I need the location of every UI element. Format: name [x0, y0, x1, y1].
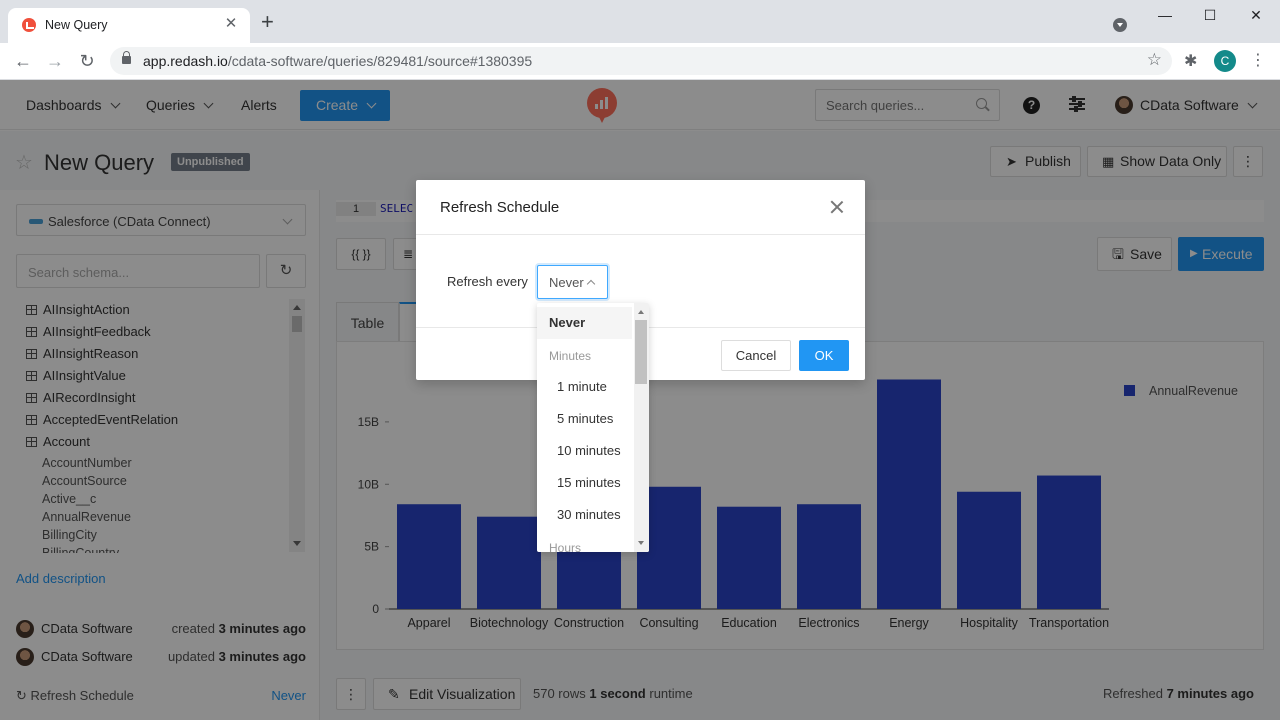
reload-icon[interactable]: ↻ [76, 50, 98, 72]
browser-tab[interactable]: New Query ✕ [8, 8, 250, 43]
lock-icon [122, 51, 131, 64]
option-1-minute[interactable]: 1 minute [537, 371, 632, 403]
close-window-icon[interactable]: ✕ [1233, 4, 1279, 26]
refresh-every-label: Refresh every [447, 274, 528, 289]
tab-search-icon[interactable] [1113, 18, 1127, 32]
forward-icon[interactable]: → [44, 50, 66, 72]
minimize-icon[interactable]: — [1142, 4, 1188, 26]
ok-button[interactable]: OK [799, 340, 849, 371]
dialog-title: Refresh Schedule [440, 199, 560, 216]
option-never[interactable]: Never [537, 307, 632, 339]
extensions-icon[interactable]: ✱ [1184, 51, 1197, 71]
profile-avatar[interactable]: C [1214, 50, 1236, 72]
scroll-up-icon[interactable] [638, 307, 644, 314]
scroll-thumb[interactable] [635, 320, 647, 384]
new-tab-icon[interactable]: + [261, 11, 274, 33]
browser-toolbar: ← → ↻ app.redash.io/cdata-software/queri… [0, 43, 1280, 80]
option-15-minutes[interactable]: 15 minutes [537, 467, 632, 499]
option-5-minutes[interactable]: 5 minutes [537, 403, 632, 435]
dropdown-scrollbar[interactable] [634, 303, 649, 552]
scroll-down-icon[interactable] [638, 541, 644, 548]
refresh-interval-select[interactable]: Never [537, 265, 608, 299]
chrome-menu-icon[interactable]: ⋮ [1250, 50, 1266, 70]
cancel-button[interactable]: Cancel [721, 340, 791, 371]
maximize-icon[interactable]: ☐ [1187, 4, 1233, 26]
tab-close-icon[interactable]: ✕ [222, 15, 240, 33]
chevron-up-icon [586, 279, 596, 289]
option-30-minutes[interactable]: 30 minutes [537, 499, 632, 531]
option-group-hours: Hours [549, 541, 582, 552]
refresh-interval-dropdown: Never Minutes 1 minute 5 minutes 10 minu… [537, 303, 649, 552]
redash-favicon-icon [22, 18, 36, 32]
browser-tabstrip: New Query ✕ + — ☐ ✕ [0, 0, 1280, 43]
tab-title: New Query [45, 18, 108, 32]
dialog-header: Refresh Schedule [416, 180, 865, 235]
address-bar[interactable]: app.redash.io/cdata-software/queries/829… [110, 47, 1172, 75]
bookmark-star-icon[interactable]: ☆ [1147, 50, 1162, 70]
option-group-minutes: Minutes [549, 349, 592, 363]
option-10-minutes[interactable]: 10 minutes [537, 435, 632, 467]
url-text: app.redash.io/cdata-software/queries/829… [143, 53, 533, 69]
close-icon[interactable] [829, 199, 845, 215]
back-icon[interactable]: ← [12, 50, 34, 72]
